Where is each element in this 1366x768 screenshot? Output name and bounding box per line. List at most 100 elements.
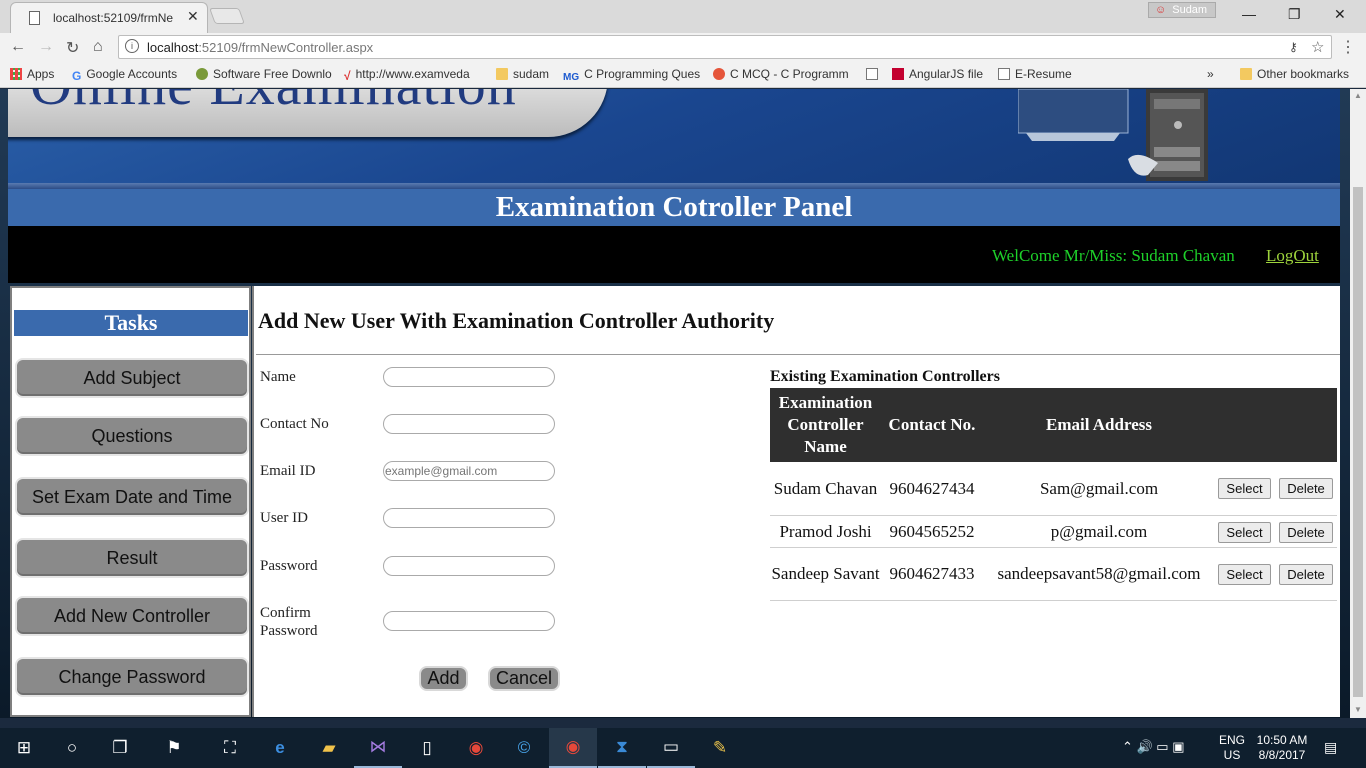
task-view-icon[interactable]: ❐ [96,728,144,768]
page-title: Add New User With Examination Controller… [258,308,775,333]
select-button[interactable]: Select [1218,522,1271,543]
visual-studio-icon[interactable]: ⋈ [354,728,402,768]
email-label: Email ID [260,463,316,479]
select-button[interactable]: Select [1218,564,1271,585]
bookmark-page[interactable] [866,67,883,81]
contact-input[interactable] [383,414,555,434]
new-tab-button[interactable] [209,8,245,24]
bookmark-software[interactable]: Software Free Downlo [196,67,332,81]
grid-header: Examination Controller Name Contact No. … [770,388,1337,462]
address-bar: ← → ↻ ⌂ i localhost:52109/frmNewControll… [0,33,1366,62]
key-icon[interactable]: ⚷ [1289,40,1298,54]
bookmark-google-accounts[interactable]: G Google Accounts [72,67,177,83]
tab-close-icon[interactable]: ✕ [187,8,199,25]
welcome-text: WelCome Mr/Miss: Sudam Chavan [992,246,1235,265]
back-arrow-icon[interactable]: ← [10,38,26,56]
clock[interactable]: 10:50 AM 8/8/2017 [1254,733,1310,768]
questions-button[interactable]: Questions [15,416,249,456]
bookmark-angularjs[interactable]: AngularJS file [892,67,983,81]
page-icon [866,68,878,80]
password-input[interactable] [383,556,555,576]
close-window-icon[interactable]: ✕ [1334,6,1346,23]
page-scrollbar[interactable]: ▲ ▼ [1350,89,1366,718]
set-exam-date-button[interactable]: Set Exam Date and Time [15,477,249,517]
bookmark-label: Software Free Downlo [213,67,332,81]
home-icon[interactable]: ⌂ [93,38,103,56]
language-indicator[interactable]: ENG US [1219,733,1245,768]
search-circle-icon[interactable]: ○ [48,728,96,768]
url-text: localhost:52109/frmNewController.aspx [147,40,373,55]
bookmark-star-icon[interactable]: ☆ [1311,38,1324,56]
tray-icons[interactable]: ⌃ 🔊 ▭ ▣ [1122,739,1184,768]
browser-tab-strip: localhost:52109/frmNew( ✕ ☺ Sudam — ❐ ✕ [0,0,1366,33]
email-input[interactable] [383,461,555,481]
controller-email: Sam@gmail.com [1039,478,1159,498]
controller-contact: 9604565252 [889,521,975,541]
info-icon[interactable]: i [125,39,139,53]
scroll-down-icon[interactable]: ▼ [1354,705,1362,714]
url-omnibox[interactable]: i localhost:52109/frmNewController.aspx … [118,35,1332,59]
store-icon[interactable]: ⛶ [206,728,254,768]
bookmark-eresume[interactable]: E-Resume [998,67,1072,81]
add-button[interactable]: Add [419,666,468,691]
menu-dots-icon[interactable]: ⋮ [1340,37,1356,57]
notepad-icon[interactable]: ▯ [403,728,451,768]
start-windows-icon[interactable]: ⊞ [0,728,48,768]
column-header: Contact No. [888,415,976,434]
url-path: :52109/frmNewController.aspx [198,40,374,55]
ccleaner-icon[interactable]: © [500,728,548,768]
welcome-bar: WelCome Mr/Miss: Sudam Chavan LogOut [8,226,1340,283]
bookmark-other[interactable]: Other bookmarks [1240,67,1349,81]
add-subject-button[interactable]: Add Subject [15,358,249,398]
windows-flag-icon[interactable]: ⚑ [150,728,198,768]
web-page: Online Examination Examination Cotroller… [0,89,1350,718]
restore-icon[interactable]: ❐ [1288,6,1301,23]
bookmark-c-programming[interactable]: MG C Programming Ques [563,67,700,83]
panel-title: Examination Cotroller Panel [8,189,1340,226]
confirm-password-input[interactable] [383,611,555,631]
cancel-button[interactable]: Cancel [488,666,560,691]
paint-icon[interactable]: ✎ [696,728,744,768]
logout-link[interactable]: LogOut [1266,246,1319,266]
userid-input[interactable] [383,508,555,528]
column-header: Email Address [1046,415,1152,434]
controller-name: Sudam Chavan [773,478,878,498]
computer-illustration [1018,89,1208,181]
scrollbar-thumb[interactable] [1353,187,1363,697]
browser-tab-active[interactable]: localhost:52109/frmNew( ✕ [10,2,208,33]
bookmark-c-mcq[interactable]: C MCQ - C Programm [713,67,849,81]
minimize-icon[interactable]: — [1242,6,1256,22]
bookmark-examveda[interactable]: √ http://www.examveda [344,67,470,83]
bookmark-apps[interactable]: Apps [10,67,54,81]
chrome-active-icon[interactable]: ◉ [549,728,597,768]
command-prompt-icon[interactable]: ▭ [647,728,695,768]
chrome-icon[interactable]: ◉ [452,728,500,768]
profile-icon: ☺ [1155,4,1167,16]
url-host: localhost [147,40,199,55]
edge-icon[interactable]: e [256,728,304,768]
scroll-up-icon[interactable]: ▲ [1354,91,1362,100]
column-header: Examination Controller Name [778,393,873,456]
change-password-button[interactable]: Change Password [15,657,249,697]
select-button[interactable]: Select [1218,478,1271,499]
controller-email: sandeepsavant58@gmail.com [997,564,1201,583]
folder-icon [1240,68,1252,80]
table-row: Sandeep Savant 9604627433 sandeepsavant5… [770,548,1337,601]
notification-icon[interactable]: ▤ [1324,739,1337,768]
profile-button[interactable]: ☺ Sudam [1148,2,1216,18]
folder-icon [496,68,508,80]
reload-icon[interactable]: ↻ [66,38,79,58]
delete-button[interactable]: Delete [1279,522,1333,543]
forward-arrow-icon[interactable]: → [38,38,54,56]
vscode-icon[interactable]: ⧗ [598,728,646,768]
google-icon: G [72,69,82,83]
delete-button[interactable]: Delete [1279,564,1333,585]
result-button[interactable]: Result [15,538,249,578]
delete-button[interactable]: Delete [1279,478,1333,499]
controller-email: p@gmail.com [1050,521,1148,541]
add-new-controller-button[interactable]: Add New Controller [15,596,249,636]
bookmarks-overflow[interactable]: » [1207,67,1214,81]
bookmark-sudam[interactable]: sudam [496,67,549,81]
file-explorer-icon[interactable]: ▰ [305,728,353,768]
name-input[interactable] [383,367,555,387]
